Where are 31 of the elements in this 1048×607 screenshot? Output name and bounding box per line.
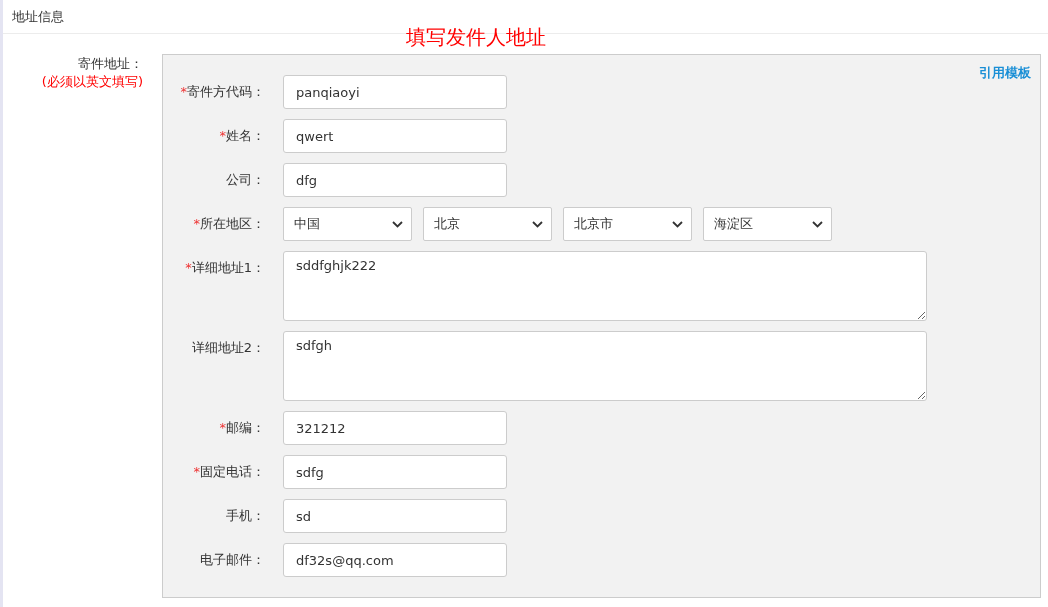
section-title: 地址信息	[12, 7, 64, 26]
field-label: 电子邮件：	[199, 551, 265, 569]
hint-text: (必须以英文填写)	[41, 73, 143, 91]
dropdown[interactable]: 北京市	[563, 207, 692, 241]
field-label: *详细地址1：	[184, 259, 265, 277]
field-label: *所在地区：	[192, 215, 265, 233]
field-label: 详细地址2：	[190, 339, 265, 357]
input-field[interactable]: qwert	[283, 119, 507, 153]
field-label: *邮编：	[218, 419, 265, 437]
field-label: *寄件方代码：	[179, 83, 265, 101]
chevron-down-icon	[672, 220, 683, 228]
text-area[interactable]: sdfgh	[283, 331, 927, 401]
field-label: 公司：	[225, 171, 265, 189]
field-label: *固定电话：	[192, 463, 265, 481]
chevron-down-icon	[532, 220, 543, 228]
text-area[interactable]: sddfghjk222	[283, 251, 927, 321]
dropdown[interactable]: 中国	[283, 207, 412, 241]
input-field[interactable]: panqiaoyi	[283, 75, 507, 109]
field-label: *姓名：	[218, 127, 265, 145]
dropdown[interactable]: 海淀区	[703, 207, 832, 241]
input-field[interactable]: sdfg	[283, 455, 507, 489]
input-field[interactable]: df32s@qq.com	[283, 543, 507, 577]
field-label: 手机：	[225, 507, 265, 525]
input-field[interactable]: dfg	[283, 163, 507, 197]
input-field[interactable]: 321212	[283, 411, 507, 445]
field-label: 寄件地址：	[78, 55, 143, 73]
chevron-down-icon	[392, 220, 403, 228]
chevron-down-icon	[812, 220, 823, 228]
input-field[interactable]: sd	[283, 499, 507, 533]
dropdown[interactable]: 北京	[423, 207, 552, 241]
annotation-text: 填写发件人地址	[406, 24, 546, 51]
